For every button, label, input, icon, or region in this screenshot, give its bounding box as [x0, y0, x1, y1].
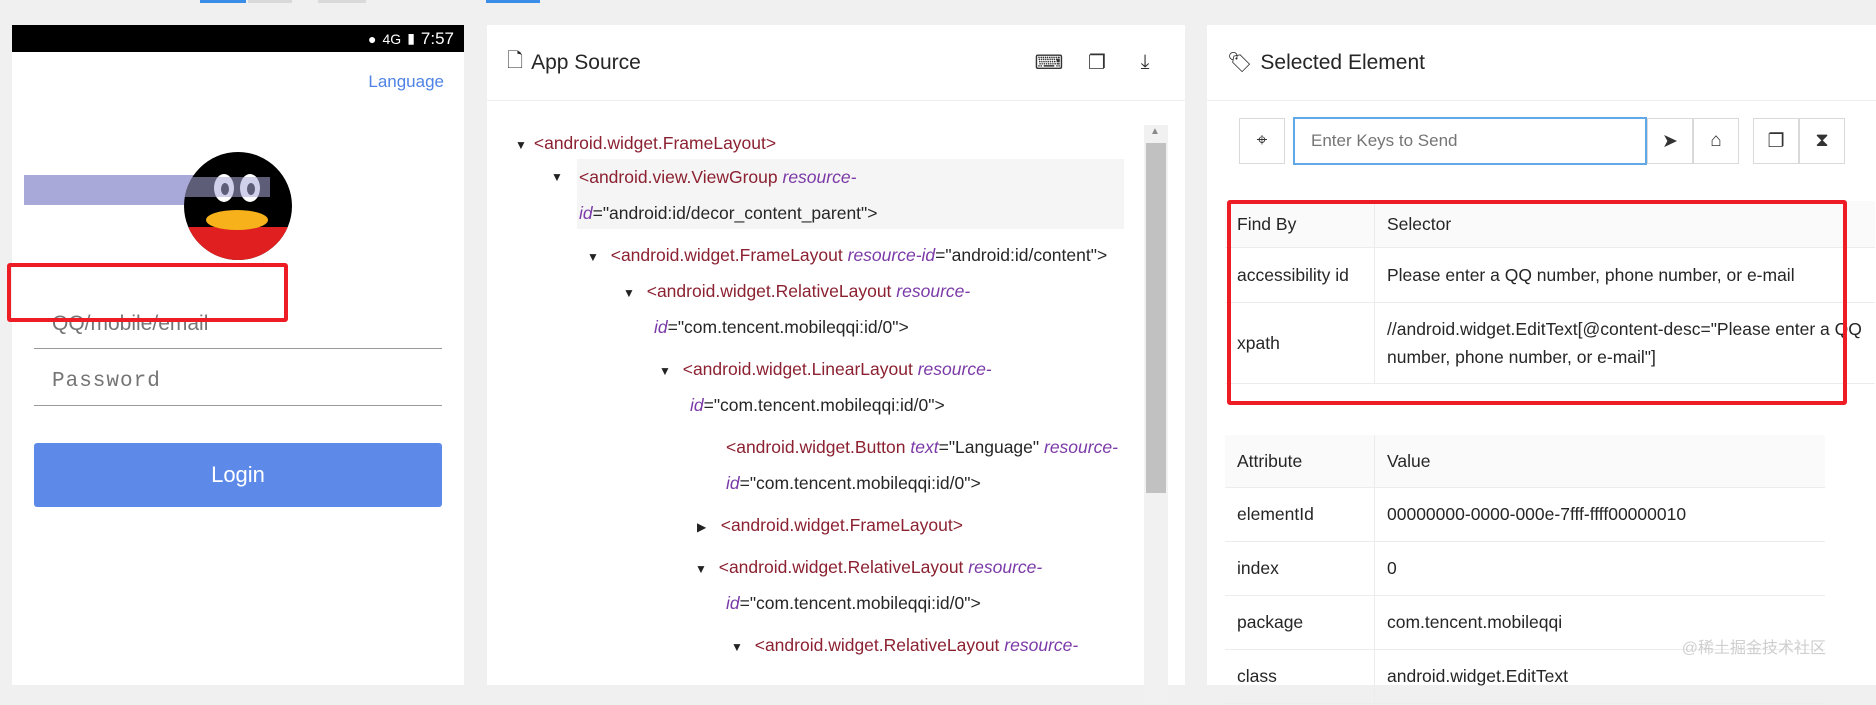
- tree-node-cont: id="com.tencent.mobileqqi:id/0">: [726, 593, 981, 613]
- scroll-up-icon[interactable]: ▲: [1150, 126, 1160, 137]
- watermark: @稀土掘金技术社区: [1681, 640, 1826, 657]
- selected-element-title: Selected Element: [1260, 50, 1425, 74]
- timing-button[interactable]: ⧗: [1799, 118, 1845, 164]
- tree-node-cont: id="com.tencent.mobileqqi:id/0">: [690, 395, 945, 415]
- clear-button[interactable]: ⌂: [1693, 118, 1739, 164]
- top-tab-active[interactable]: [486, 0, 540, 3]
- penguin-avatar-icon: [184, 152, 292, 260]
- password-input[interactable]: [34, 357, 442, 405]
- top-tab-active[interactable]: [200, 0, 246, 3]
- caret-down-icon[interactable]: ▼: [551, 159, 565, 195]
- broom-icon: ⌂: [1710, 130, 1722, 151]
- tree-node[interactable]: ▼ <android.widget.FrameLayout resource-i…: [587, 237, 1107, 275]
- scrollbar-thumb[interactable]: [1146, 143, 1166, 493]
- copy-icon: ❐: [1767, 130, 1785, 152]
- app-source-panel: 🗋 App Source ⌨ ❐ ⤓ ▼ <android.widget.Fra…: [487, 25, 1185, 705]
- app-source-header: 🗋 App Source ⌨ ❐ ⤓: [487, 25, 1185, 101]
- tree-node[interactable]: <android.widget.Button text="Language" r…: [726, 429, 1118, 465]
- device-screen: ● 4G ▮ 7:57 Language Login: [12, 25, 464, 685]
- download-icon[interactable]: ⤓: [1125, 43, 1165, 83]
- tree-node-cont: id="com.tencent.mobileqqi:id/0">: [726, 473, 981, 493]
- battery-icon: ▮: [407, 30, 415, 46]
- language-link[interactable]: Language: [368, 72, 444, 92]
- file-icon: 🗋: [507, 49, 524, 72]
- highlight-box-selectors: [1227, 200, 1847, 405]
- status-time: 7:57: [420, 28, 454, 48]
- attributes-table: Attribute Value elementId 00000000-0000-…: [1225, 435, 1825, 704]
- table-row[interactable]: index 0: [1225, 541, 1825, 596]
- terminal-icon[interactable]: ⌨: [1029, 43, 1069, 83]
- element-toolbar: ⌖ ➤ ⌂ ❐ ⧗: [1239, 117, 1845, 165]
- tree-node[interactable]: ▼ <android.widget.FrameLayout>: [515, 125, 776, 163]
- tree-node[interactable]: ▼ <android.widget.RelativeLayout resourc…: [623, 273, 970, 311]
- caret-down-icon[interactable]: ▼: [515, 127, 529, 163]
- caret-down-icon[interactable]: ▼: [587, 239, 601, 275]
- tag-icon: 🏷: [1227, 52, 1253, 74]
- tree-node[interactable]: ▶ <android.widget.FrameLayout>: [697, 507, 963, 545]
- highlight-box-username: [7, 263, 288, 322]
- selected-element-header: 🏷 Selected Element: [1207, 25, 1876, 101]
- selected-element-panel: 🏷 Selected Element ⌖ ➤ ⌂ ❐ ⧗ Find By Sel…: [1207, 25, 1876, 704]
- app-source-title: App Source: [531, 50, 641, 74]
- top-tab[interactable]: [318, 0, 366, 3]
- password-field[interactable]: [34, 357, 442, 406]
- copy-icon[interactable]: ❐: [1077, 43, 1117, 83]
- send-keys-button[interactable]: ➤: [1647, 118, 1693, 164]
- tree-node[interactable]: ▼ <android.widget.RelativeLayout resourc…: [695, 549, 1042, 587]
- caret-right-icon[interactable]: ▶: [697, 509, 711, 545]
- send-keys-input[interactable]: [1293, 117, 1647, 165]
- signal-icon: 4G: [382, 30, 402, 47]
- attribute-header: Attribute: [1225, 435, 1375, 488]
- status-bar: ● 4G ▮ 7:57: [12, 25, 464, 52]
- caret-down-icon[interactable]: ▼: [623, 275, 637, 311]
- login-button[interactable]: Login: [34, 443, 442, 507]
- table-row[interactable]: elementId 00000000-0000-000e-7fff-ffff00…: [1225, 487, 1825, 542]
- value-header: Value: [1374, 435, 1825, 488]
- caret-down-icon[interactable]: ▼: [695, 551, 709, 587]
- hourglass-icon: ⧗: [1815, 130, 1829, 151]
- caret-down-icon[interactable]: ▼: [659, 353, 673, 389]
- tap-element-button[interactable]: ⌖: [1239, 118, 1285, 164]
- caret-down-icon[interactable]: ▼: [731, 629, 745, 665]
- top-tab[interactable]: [248, 0, 292, 3]
- crosshair-icon: ⌖: [1256, 130, 1268, 151]
- tree-node[interactable]: <android.view.ViewGroup resource- id="an…: [577, 159, 1124, 229]
- tree-node[interactable]: ▼ <android.widget.LinearLayout resource-: [659, 351, 992, 389]
- location-icon: ●: [368, 30, 377, 47]
- tree-node[interactable]: ▼ <android.widget.RelativeLayout resourc…: [731, 627, 1078, 665]
- copy-attributes-button[interactable]: ❐: [1753, 118, 1799, 164]
- send-icon: ➤: [1662, 130, 1678, 152]
- tree-node-cont: id="com.tencent.mobileqqi:id/0">: [654, 317, 909, 337]
